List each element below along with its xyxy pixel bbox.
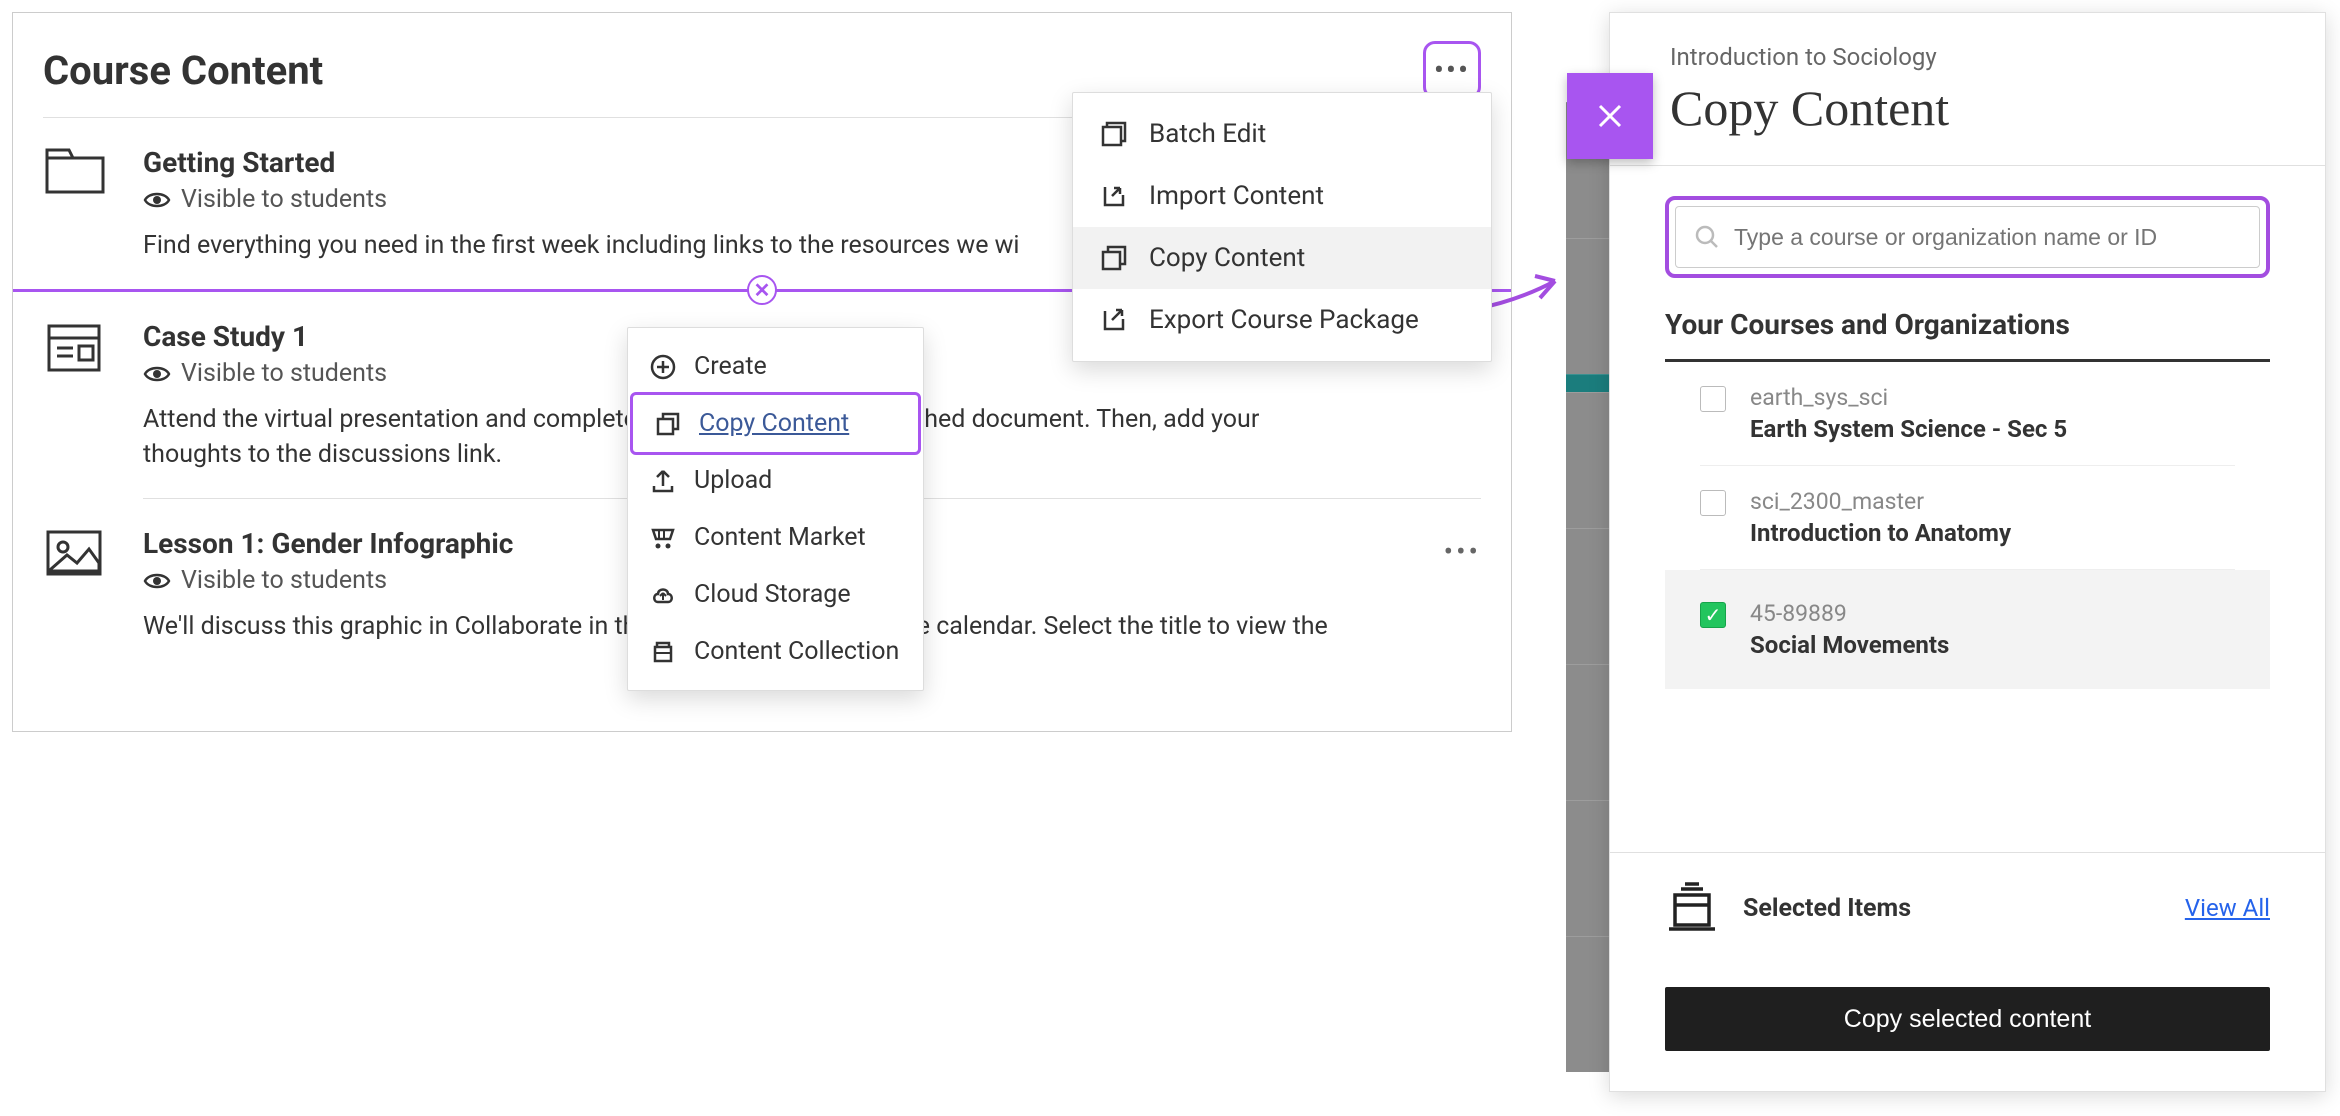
search-highlight bbox=[1665, 196, 2270, 278]
selected-label: Selected Items bbox=[1743, 894, 1911, 923]
eye-icon bbox=[143, 364, 171, 384]
document-icon bbox=[43, 320, 105, 376]
course-row-selected[interactable]: ✓ 45-89889 Social Movements bbox=[1665, 570, 2270, 689]
course-name: Earth System Science - Sec 5 bbox=[1750, 415, 2067, 443]
stack-icon bbox=[1099, 120, 1129, 148]
panel-title: Course Content bbox=[43, 47, 323, 94]
course-code: earth_sys_sci bbox=[1750, 384, 2067, 411]
image-icon bbox=[43, 527, 105, 579]
ctx-label: Cloud Storage bbox=[694, 580, 851, 609]
ctx-label: Create bbox=[694, 352, 767, 381]
menu-item-batch-edit[interactable]: Batch Edit bbox=[1073, 103, 1491, 165]
close-icon bbox=[1592, 98, 1628, 134]
plus-circle-icon bbox=[650, 354, 676, 380]
selected-items-icon bbox=[1665, 881, 1719, 935]
menu-label: Batch Edit bbox=[1149, 119, 1266, 149]
menu-item-import-content[interactable]: Import Content bbox=[1073, 165, 1491, 227]
ctx-label: Upload bbox=[694, 466, 772, 495]
search-input[interactable] bbox=[1734, 224, 2241, 251]
ctx-content-collection[interactable]: Content Collection bbox=[628, 623, 923, 680]
ctx-label: Copy Content bbox=[699, 409, 849, 438]
visibility-label: Visible to students bbox=[181, 566, 387, 595]
folder-icon bbox=[43, 146, 107, 196]
course-code: sci_2300_master bbox=[1750, 488, 2011, 515]
ctx-cloud-storage[interactable]: Cloud Storage bbox=[628, 566, 923, 623]
eye-icon bbox=[143, 190, 171, 210]
panel-subtitle: Introduction to Sociology bbox=[1670, 43, 1949, 71]
panel-title: Copy Content bbox=[1670, 79, 1949, 137]
checkbox-checked[interactable]: ✓ bbox=[1700, 602, 1726, 628]
tab-segment[interactable] bbox=[1566, 392, 1609, 528]
course-name: Social Movements bbox=[1750, 631, 1949, 659]
menu-label: Copy Content bbox=[1149, 243, 1305, 273]
course-code: 45-89889 bbox=[1750, 600, 1949, 627]
ellipsis-icon: ••• bbox=[1434, 53, 1470, 88]
menu-label: Import Content bbox=[1149, 181, 1324, 211]
checkbox[interactable] bbox=[1700, 490, 1726, 516]
menu-label: Export Course Package bbox=[1149, 305, 1419, 335]
eye-icon bbox=[143, 571, 171, 591]
search-icon bbox=[1694, 224, 1720, 250]
tab-segment[interactable] bbox=[1566, 528, 1609, 664]
tab-segment[interactable] bbox=[1566, 664, 1609, 800]
visibility-label: Visible to students bbox=[181, 359, 387, 388]
ctx-create[interactable]: Create bbox=[628, 338, 923, 395]
import-icon bbox=[1099, 182, 1129, 210]
course-name: Introduction to Anatomy bbox=[1750, 519, 2011, 547]
copy-icon bbox=[1099, 244, 1129, 272]
ctx-upload[interactable]: Upload bbox=[628, 452, 923, 509]
upload-icon bbox=[650, 468, 676, 494]
course-row[interactable]: earth_sys_sci Earth System Science - Sec… bbox=[1700, 362, 2235, 466]
menu-item-export-package[interactable]: Export Course Package bbox=[1073, 289, 1491, 351]
tab-segment[interactable] bbox=[1566, 238, 1609, 374]
more-actions-button[interactable]: ••• bbox=[1423, 41, 1481, 99]
cart-icon bbox=[650, 525, 676, 551]
ctx-content-market[interactable]: Content Market bbox=[628, 509, 923, 566]
close-insert-icon[interactable]: ✕ bbox=[747, 275, 777, 305]
collection-icon bbox=[650, 639, 676, 665]
tab-segment[interactable] bbox=[1566, 936, 1609, 1072]
copy-selected-button[interactable]: Copy selected content bbox=[1665, 987, 2270, 1051]
section-heading: Your Courses and Organizations bbox=[1665, 308, 2270, 362]
view-all-link[interactable]: View All bbox=[2185, 894, 2270, 922]
tab-segment-active[interactable] bbox=[1566, 374, 1609, 392]
ctx-copy-content[interactable]: Copy Content bbox=[630, 392, 921, 455]
copy-content-panel: Introduction to Sociology Copy Content Y… bbox=[1609, 12, 2326, 1092]
vertical-tabs bbox=[1566, 102, 1609, 1072]
ctx-label: Content Collection bbox=[694, 637, 899, 666]
insert-context-menu: Create Copy Content Upload Content Marke… bbox=[627, 327, 924, 691]
overflow-menu: Batch Edit Import Content Copy Content E… bbox=[1072, 92, 1492, 362]
export-icon bbox=[1099, 306, 1129, 334]
selected-items-bar: Selected Items View All bbox=[1610, 852, 2325, 963]
visibility-label: Visible to students bbox=[181, 185, 387, 214]
close-panel-button[interactable] bbox=[1567, 73, 1653, 159]
tab-segment[interactable] bbox=[1566, 800, 1609, 936]
menu-item-copy-content[interactable]: Copy Content bbox=[1073, 227, 1491, 289]
checkbox[interactable] bbox=[1700, 386, 1726, 412]
course-row[interactable]: sci_2300_master Introduction to Anatomy bbox=[1700, 466, 2235, 570]
ctx-label: Content Market bbox=[694, 523, 866, 552]
cloud-icon bbox=[650, 582, 676, 608]
copy-icon bbox=[655, 411, 681, 437]
item-more-button[interactable]: ••• bbox=[1421, 527, 1481, 644]
